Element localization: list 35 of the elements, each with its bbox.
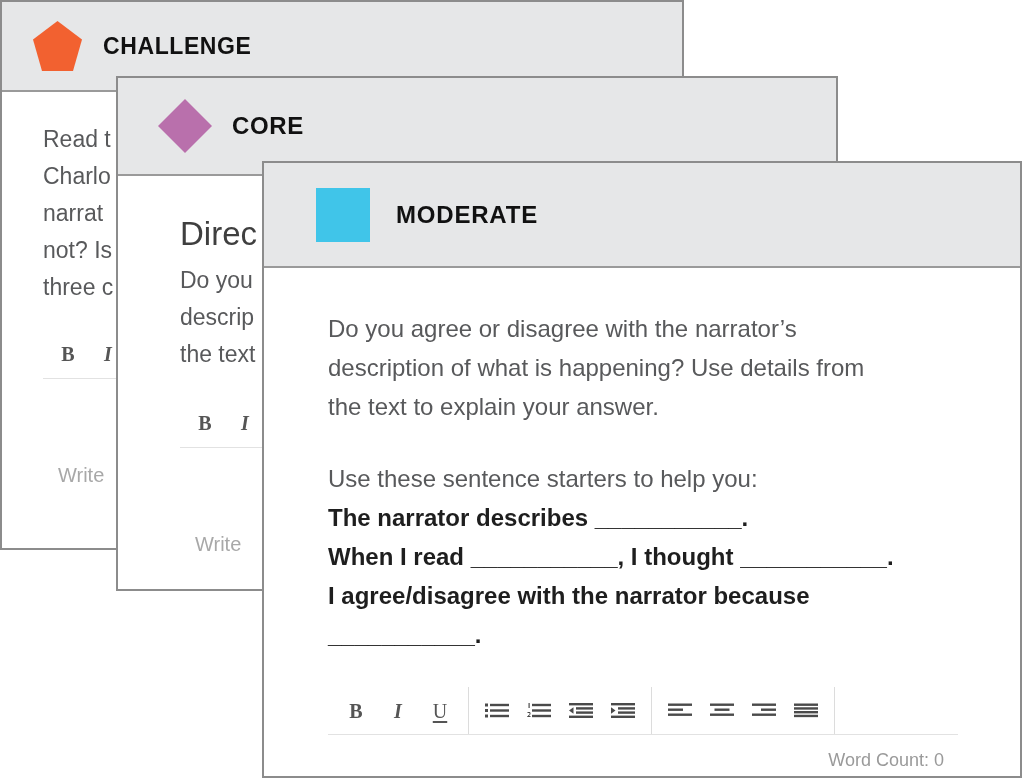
card-title: CHALLENGE xyxy=(103,31,252,61)
answer-field[interactable]: Write xyxy=(180,529,260,559)
card-title: CORE xyxy=(232,111,304,141)
question-text: not? Is xyxy=(43,236,113,265)
question-text: Do you agree or disagree with the narrator’s description of what is happening? Use details from the text to explain your answer. xyxy=(328,314,866,422)
align-center-icon[interactable] xyxy=(710,703,734,718)
answer-field[interactable]: Write xyxy=(43,460,115,490)
numbered-list-icon[interactable] xyxy=(527,703,551,718)
question-text: the text xyxy=(180,340,256,369)
align-left-icon[interactable] xyxy=(668,703,692,718)
starters-intro: Use these sentence starters to help you: xyxy=(328,464,758,494)
word-count: Word Count: 0 xyxy=(828,749,944,771)
sentence-starter: I agree/disagree with the narrator because ___________. xyxy=(328,581,811,650)
bold-button[interactable]: B xyxy=(335,695,377,726)
italic-button[interactable]: I xyxy=(237,408,253,438)
question-text: three c xyxy=(43,273,114,302)
bold-button[interactable]: B xyxy=(60,339,76,369)
question-text: descrip xyxy=(180,303,255,332)
outdent-icon[interactable] xyxy=(569,703,593,718)
sentence-starter: The narrator describes ___________. xyxy=(328,503,749,533)
question-text: narrat xyxy=(43,199,104,228)
indent-icon[interactable] xyxy=(611,703,635,718)
bold-button[interactable]: B xyxy=(197,408,213,438)
sentence-starter: When I read ___________, I thought ___________. xyxy=(328,542,894,572)
align-right-icon[interactable] xyxy=(752,703,776,718)
underline-button[interactable]: U xyxy=(419,695,461,726)
question-text: Do you xyxy=(180,266,253,295)
italic-button[interactable]: I xyxy=(100,339,116,369)
card-title: MODERATE xyxy=(396,199,538,230)
justify-icon[interactable] xyxy=(794,703,818,718)
italic-button[interactable]: I xyxy=(377,695,419,726)
question-text: Read t xyxy=(43,125,111,154)
question-text: Charlo xyxy=(43,162,111,191)
bullet-list-icon[interactable] xyxy=(485,703,509,718)
section-heading: Direc xyxy=(180,214,257,254)
